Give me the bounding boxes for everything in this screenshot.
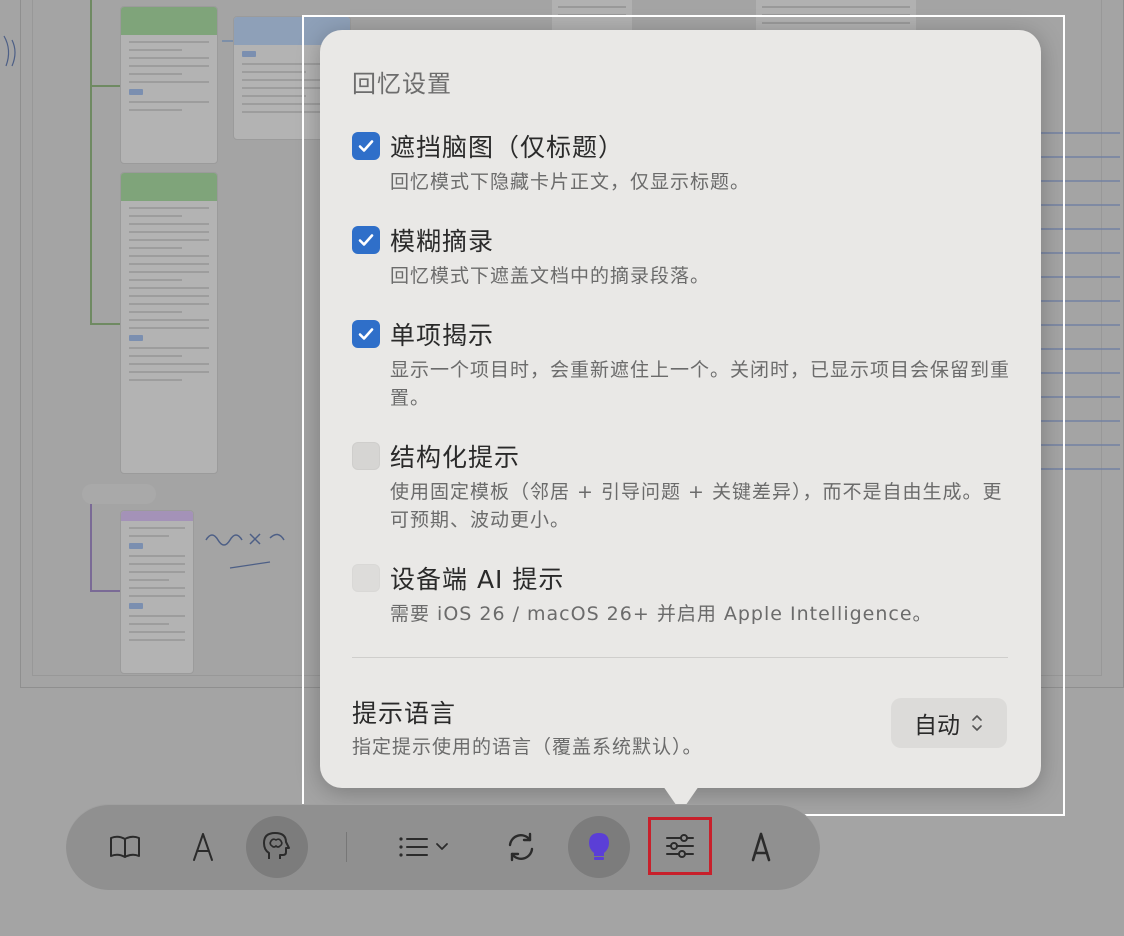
topic-node[interactable] bbox=[82, 484, 156, 504]
sync-icon bbox=[508, 832, 534, 862]
handwritten-mark bbox=[0, 30, 22, 80]
language-value: 自动 bbox=[914, 713, 960, 739]
compass-button[interactable] bbox=[172, 816, 234, 878]
list-dropdown-icon bbox=[399, 837, 448, 857]
document-strip bbox=[552, 0, 632, 30]
checkbox-checked[interactable] bbox=[352, 226, 380, 254]
recall-mode-button[interactable] bbox=[246, 816, 308, 878]
option-description: 使用固定模板（邻居 + 引导问题 + 关键差异），而不是自由生成。更可预期、波动… bbox=[390, 481, 1003, 531]
mindmap-card[interactable] bbox=[120, 6, 218, 164]
option-label: 遮挡脑图（仅标题） bbox=[390, 133, 625, 162]
chevron-updown-icon bbox=[972, 715, 982, 731]
divider bbox=[352, 657, 1008, 658]
list-menu-button[interactable] bbox=[386, 816, 464, 878]
checkmark-icon bbox=[358, 328, 374, 340]
option-structured-hints[interactable]: 结构化提示 使用固定模板（邻居 + 引导问题 + 关键差异），而不是自由生成。更… bbox=[352, 440, 1012, 531]
checkbox-disabled[interactable] bbox=[352, 564, 380, 592]
settings-sliders-button[interactable] bbox=[648, 817, 712, 875]
option-label: 模糊摘录 bbox=[390, 227, 495, 256]
handwritten-notes bbox=[1040, 110, 1124, 510]
pen-tool-button[interactable] bbox=[730, 816, 792, 878]
book-button[interactable] bbox=[94, 816, 156, 878]
compass-icon bbox=[193, 833, 213, 861]
option-single-reveal[interactable]: 单项揭示 显示一个项目时，会重新遮住上一个。关闭时，已显示项目会保留到重置。 bbox=[352, 318, 1012, 409]
popover-title: 回忆设置 bbox=[352, 70, 452, 98]
checkbox-checked[interactable] bbox=[352, 320, 380, 348]
checkbox-unchecked[interactable] bbox=[352, 442, 380, 470]
compass-icon bbox=[751, 832, 771, 862]
checkmark-icon bbox=[358, 140, 374, 152]
hint-button[interactable] bbox=[568, 816, 630, 878]
option-label: 结构化提示 bbox=[390, 443, 521, 472]
toolbar-separator bbox=[346, 832, 347, 862]
option-on-device-ai[interactable]: 设备端 AI 提示 需要 iOS 26 / macOS 26+ 并启用 Appl… bbox=[352, 562, 1012, 632]
recall-settings-popover: 回忆设置 遮挡脑图（仅标题） 回忆模式下隐藏卡片正文，仅显示标题。 模糊摘录 回… bbox=[320, 30, 1041, 788]
language-title: 提示语言 bbox=[352, 699, 457, 728]
option-description: 显示一个项目时，会重新遮住上一个。关闭时，已显示项目会保留到重置。 bbox=[390, 359, 1011, 409]
connector-line bbox=[90, 590, 120, 592]
language-description: 指定提示使用的语言（覆盖系统默认）。 bbox=[352, 736, 703, 758]
option-mask-mindmap[interactable]: 遮挡脑图（仅标题） 回忆模式下隐藏卡片正文，仅显示标题。 bbox=[352, 130, 1012, 200]
book-icon bbox=[110, 835, 140, 858]
checkbox-checked[interactable] bbox=[352, 132, 380, 160]
mindmap-card[interactable] bbox=[120, 510, 194, 674]
sync-button[interactable] bbox=[490, 816, 552, 878]
mindmap-card[interactable] bbox=[120, 172, 218, 474]
option-label: 单项揭示 bbox=[390, 321, 495, 350]
lightbulb-icon bbox=[589, 833, 609, 860]
connector-line bbox=[90, 85, 120, 87]
handwritten-formula bbox=[200, 520, 300, 580]
option-description: 需要 iOS 26 / macOS 26+ 并启用 Apple Intellig… bbox=[390, 603, 933, 625]
connector-line bbox=[90, 323, 120, 325]
checkmark-icon bbox=[358, 234, 374, 246]
option-description: 回忆模式下遮盖文档中的摘录段落。 bbox=[390, 265, 711, 287]
option-blur-excerpts[interactable]: 模糊摘录 回忆模式下遮盖文档中的摘录段落。 bbox=[352, 224, 1012, 294]
language-select[interactable]: 自动 bbox=[891, 698, 1007, 748]
bottom-toolbar bbox=[66, 804, 820, 890]
option-description: 回忆模式下隐藏卡片正文，仅显示标题。 bbox=[390, 171, 751, 193]
connector-line bbox=[90, 0, 92, 325]
option-label: 设备端 AI 提示 bbox=[390, 565, 565, 594]
connector-line bbox=[90, 504, 92, 592]
brain-head-icon bbox=[263, 832, 290, 859]
sliders-icon bbox=[666, 834, 694, 858]
